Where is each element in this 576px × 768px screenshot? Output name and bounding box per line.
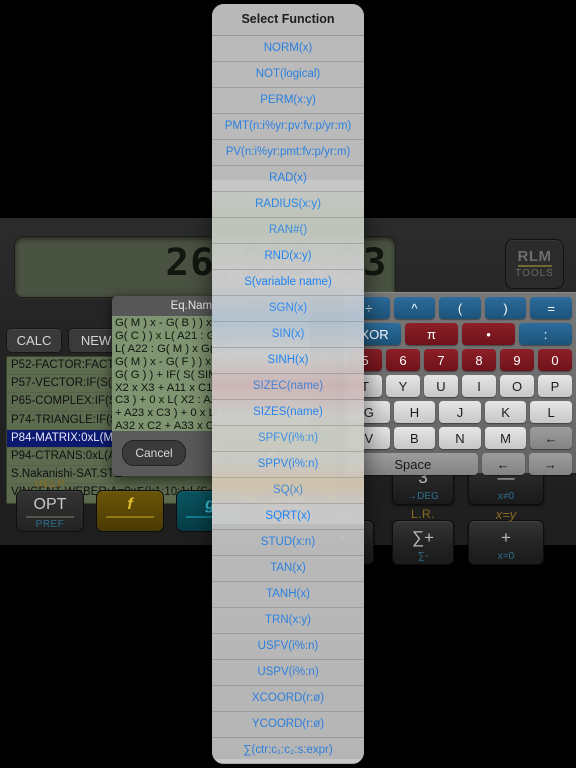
- sheet-item[interactable]: RAN#(): [212, 218, 364, 244]
- sheet-item-list[interactable]: NORM(x) NOT(logical) PERM(x:y) PMT(n:i%yr:p…: [212, 36, 364, 764]
- key-[interactable]: →: [528, 453, 572, 475]
- key-minus-sublabel: x≠0: [497, 491, 515, 502]
- opt-key[interactable]: HELP OPT PREF: [16, 478, 84, 532]
- key-[interactable]: ^: [393, 297, 436, 319]
- sheet-item[interactable]: XCOORD(r:ø): [212, 686, 364, 712]
- sheet-item[interactable]: SQRT(x): [212, 504, 364, 530]
- key-[interactable]: ←: [481, 453, 525, 475]
- keyboard-row: 567890: [344, 349, 576, 371]
- opt-key-label: OPT: [33, 496, 67, 513]
- key-k[interactable]: K: [484, 401, 527, 423]
- calc-button[interactable]: CALC: [6, 328, 62, 353]
- key-m[interactable]: M: [484, 427, 527, 449]
- key-h[interactable]: H: [393, 401, 436, 423]
- key-b[interactable]: B: [393, 427, 436, 449]
- sheet-item[interactable]: YCOORD(r:ø): [212, 712, 364, 738]
- key-6[interactable]: 6: [386, 349, 420, 371]
- f-shift-key-rule: [106, 516, 154, 518]
- select-function-action-sheet[interactable]: Select Function NORM(x) NOT(logical) PERM(…: [212, 4, 364, 764]
- key-plus[interactable]: x=y + x=0: [468, 507, 544, 565]
- rlm-tools-button[interactable]: RLM TOOLS: [505, 239, 564, 289]
- sheet-item[interactable]: ∑(ctr:c₁:c₂:s:expr): [212, 738, 364, 764]
- key-[interactable]: :: [519, 323, 572, 345]
- sheet-item[interactable]: SIN(x): [212, 322, 364, 348]
- sheet-item[interactable]: PERM(x:y): [212, 88, 364, 114]
- rlm-tools-logo-line1: RLM: [517, 248, 552, 266]
- sheet-item[interactable]: USPV(i%:n): [212, 660, 364, 686]
- key-3-sublabel: →DEG: [407, 491, 439, 502]
- f-shift-key-label: f: [127, 496, 133, 513]
- key-space[interactable]: Space: [348, 453, 478, 475]
- key-9[interactable]: 9: [500, 349, 534, 371]
- keyboard-row: GHJKL: [344, 401, 576, 423]
- rlm-tools-logo-line2: TOOLS: [515, 267, 554, 279]
- keyboard-row: TYUIOP: [344, 375, 576, 397]
- key-[interactable]: (: [439, 297, 481, 319]
- sheet-item[interactable]: SIZEC(name): [212, 374, 364, 400]
- key-sigma-plus-label: ∑+: [411, 528, 435, 547]
- key-l[interactable]: L: [530, 401, 572, 423]
- keyboard-row: V B N M ←: [344, 427, 576, 449]
- sheet-item[interactable]: TAN(x): [212, 556, 364, 582]
- rlm-tools-underline: [517, 265, 552, 267]
- sheet-item[interactable]: TRN(x:y): [212, 608, 364, 634]
- sheet-title: Select Function: [212, 4, 364, 36]
- key-plus-overlabel: x=y: [495, 507, 517, 522]
- equation-editor-cancel-button[interactable]: Cancel: [122, 440, 186, 466]
- sheet-item[interactable]: STUD(x:n): [212, 530, 364, 556]
- sheet-item[interactable]: USFV(i%:n): [212, 634, 364, 660]
- sheet-item[interactable]: PMT(n:i%yr:pv:fv:p/yr:m): [212, 114, 364, 140]
- opt-key-sublabel: PREF: [35, 519, 65, 530]
- key-0[interactable]: 0: [538, 349, 572, 371]
- key-sigma-plus-overlabel: L.R.: [410, 507, 435, 521]
- key-j[interactable]: J: [439, 401, 481, 423]
- sheet-item[interactable]: SPFV(i%:n): [212, 426, 364, 452]
- f-shift-key[interactable]: f: [96, 490, 164, 532]
- keyboard-row: XOR π •:: [344, 323, 576, 345]
- opt-key-overlabel: HELP: [34, 478, 66, 490]
- key-[interactable]: ): [484, 297, 527, 319]
- sheet-item[interactable]: NOT(logical): [212, 62, 364, 88]
- sheet-item[interactable]: PV(n:i%yr:pmt:fv:p/yr:m): [212, 140, 364, 166]
- sheet-item[interactable]: NORM(x): [212, 36, 364, 62]
- keyboard-row: Space ← →: [344, 453, 576, 475]
- key-u[interactable]: U: [424, 375, 458, 397]
- key-sigma-plus-sublabel: ∑-: [417, 551, 429, 562]
- key-i[interactable]: I: [462, 375, 496, 397]
- key-o[interactable]: O: [500, 375, 534, 397]
- sheet-item[interactable]: RND(x:y): [212, 244, 364, 270]
- sheet-item[interactable]: TANH(x): [212, 582, 364, 608]
- sheet-item[interactable]: SINH(x): [212, 348, 364, 374]
- key-plus-label: +: [501, 528, 511, 547]
- sheet-item[interactable]: RADIUS(x:y): [212, 192, 364, 218]
- sheet-item[interactable]: SQ(x): [212, 478, 364, 504]
- opt-key-rule: [26, 516, 74, 518]
- sheet-item[interactable]: SGN(x): [212, 296, 364, 322]
- key-[interactable]: ←: [530, 427, 572, 449]
- sheet-item[interactable]: SIZES(name): [212, 400, 364, 426]
- key-p[interactable]: P: [538, 375, 572, 397]
- key-[interactable]: =: [530, 297, 572, 319]
- key-plus-sublabel: x=0: [497, 551, 515, 562]
- key-n[interactable]: N: [439, 427, 481, 449]
- virtual-keyboard[interactable]: ÷ ^() = XOR π •:5 6 7 8 9 0 T Y U I O P G H J K L V B N M ← Space ← →: [344, 292, 576, 475]
- sheet-item[interactable]: RAD(x): [212, 166, 364, 192]
- key-7[interactable]: 7: [424, 349, 458, 371]
- keyboard-row: ÷ ^() =: [344, 297, 576, 319]
- key-[interactable]: π: [405, 323, 458, 345]
- sheet-item[interactable]: SPPV(i%:n): [212, 452, 364, 478]
- key-8[interactable]: 8: [462, 349, 496, 371]
- key-y[interactable]: Y: [386, 375, 420, 397]
- key-[interactable]: •: [462, 323, 515, 345]
- sheet-item[interactable]: S(variable name): [212, 270, 364, 296]
- key-sigma-plus[interactable]: L.R. ∑+ ∑-: [392, 507, 454, 565]
